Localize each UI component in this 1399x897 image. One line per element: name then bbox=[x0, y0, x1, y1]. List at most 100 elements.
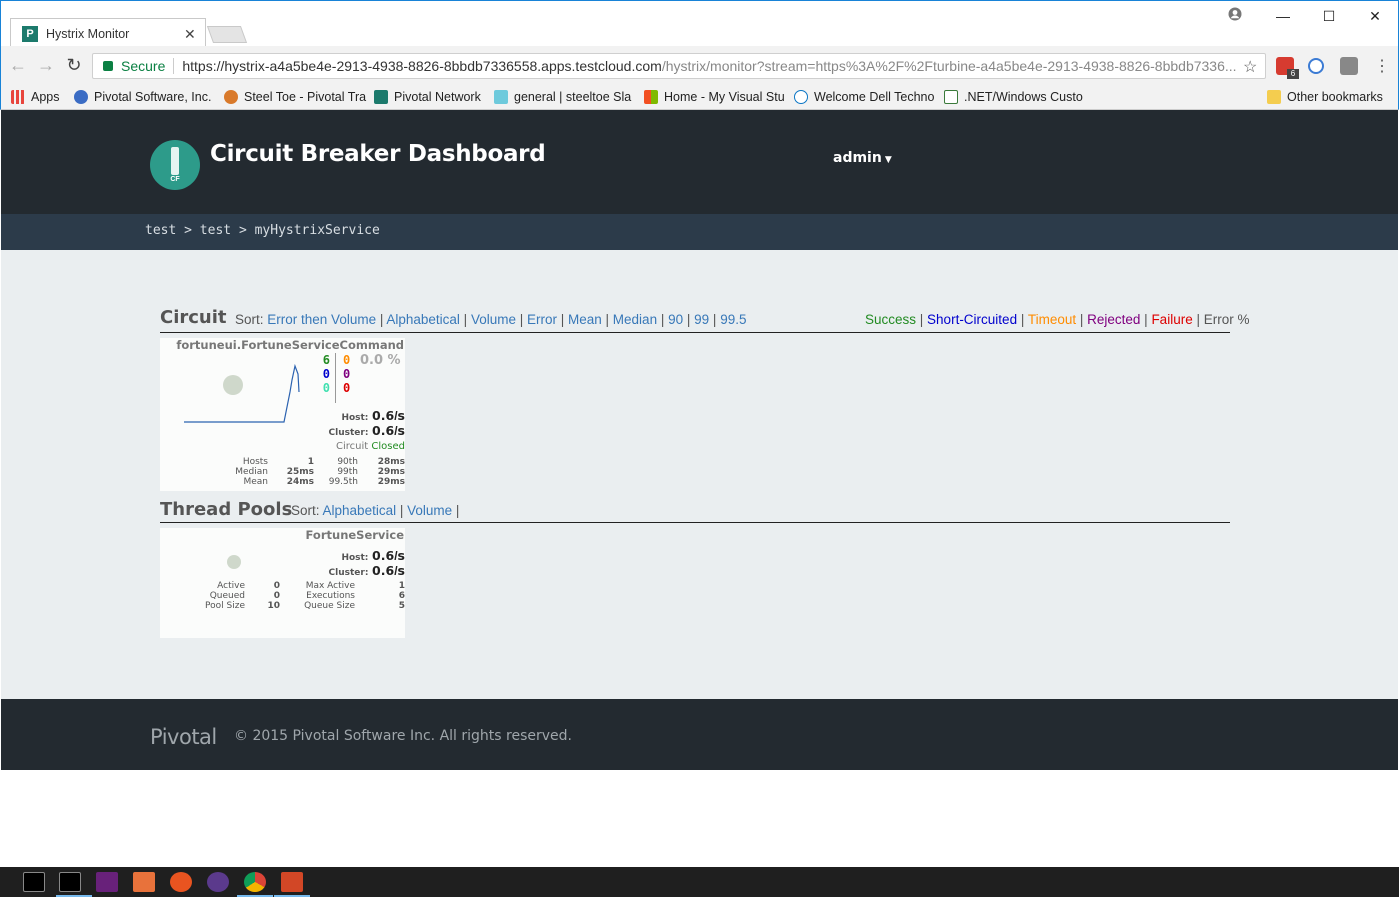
bookmark-dotnet[interactable]: .NET/Windows Custo bbox=[944, 88, 1083, 106]
sort-99-5[interactable]: 99.5 bbox=[720, 312, 746, 327]
legend-success: Success bbox=[865, 312, 917, 327]
sort-volume[interactable]: Volume bbox=[471, 312, 516, 327]
pivotal-site-icon bbox=[74, 90, 88, 104]
pool-sort-alphabetical[interactable]: Alphabetical bbox=[323, 503, 397, 518]
breadcrumb-item-space[interactable]: test bbox=[200, 223, 231, 238]
bookmark-label: Apps bbox=[31, 90, 60, 104]
forward-button[interactable]: → bbox=[36, 55, 56, 75]
chrome-icon[interactable] bbox=[244, 872, 266, 892]
xamarin-icon[interactable] bbox=[133, 872, 155, 892]
pool-sort-volume[interactable]: Volume bbox=[407, 503, 452, 518]
cmd-icon-2[interactable] bbox=[59, 872, 81, 892]
breadcrumb-item-org[interactable]: test bbox=[145, 223, 176, 238]
rate-unit: s bbox=[397, 408, 405, 423]
bookmark-label: Steel Toe - Pivotal Tra bbox=[244, 90, 367, 104]
pivotal-favicon-icon: P bbox=[22, 26, 38, 42]
sort-90[interactable]: 90 bbox=[668, 312, 683, 327]
sheet-icon bbox=[944, 90, 958, 104]
pool-values-right: 1 6 5 bbox=[375, 581, 405, 611]
sort-label: Sort: bbox=[235, 312, 264, 327]
pool-health-circle bbox=[227, 555, 241, 569]
sort-mean[interactable]: Mean bbox=[568, 312, 602, 327]
app-icon[interactable] bbox=[207, 872, 229, 892]
max-active-label: Max Active bbox=[305, 581, 355, 591]
extension-icon-2[interactable] bbox=[1340, 57, 1358, 75]
hosts-label: Hosts bbox=[242, 457, 268, 467]
bookmark-slack[interactable]: general | steeltoe Sla bbox=[494, 88, 631, 106]
sort-error-volume[interactable]: Error then Volume bbox=[267, 312, 376, 327]
user-name: admin bbox=[833, 150, 882, 166]
tab-close-icon[interactable]: ✕ bbox=[184, 26, 196, 43]
sort-alphabetical[interactable]: Alphabetical bbox=[386, 312, 460, 327]
page-blank-area bbox=[1, 770, 1398, 867]
close-window-button[interactable]: ✕ bbox=[1360, 6, 1390, 26]
dell-icon bbox=[794, 90, 808, 104]
thread-pools-section-title: Thread Pools bbox=[160, 499, 293, 520]
stats-values-left: 1 25ms 24ms bbox=[272, 457, 314, 487]
sort-error[interactable]: Error bbox=[527, 312, 557, 327]
pool-size-value: 10 bbox=[267, 601, 280, 611]
visual-studio-icon[interactable] bbox=[96, 872, 118, 892]
bookmark-pivotal-software[interactable]: Pivotal Software, Inc. bbox=[74, 88, 211, 106]
max-active-value: 1 bbox=[398, 581, 405, 591]
bookmark-pivotal-network[interactable]: Pivotal Network bbox=[374, 88, 481, 106]
pool-host-rate-value: 0.6 bbox=[372, 548, 395, 563]
profile-icon[interactable] bbox=[1220, 6, 1250, 26]
lock-icon bbox=[103, 61, 113, 71]
reload-button[interactable]: ↻ bbox=[64, 55, 84, 75]
user-menu[interactable]: admin ▼ bbox=[833, 150, 892, 166]
bookmark-apps[interactable]: Apps bbox=[11, 88, 60, 106]
pool-host-rate: Host: 0.6/s bbox=[341, 548, 405, 563]
sort-99[interactable]: 99 bbox=[694, 312, 709, 327]
other-bookmarks[interactable]: Other bookmarks bbox=[1267, 88, 1383, 106]
p995-value: 29ms bbox=[377, 477, 405, 487]
circuit-status-prefix: Circuit bbox=[336, 441, 369, 452]
circuit-divider bbox=[160, 332, 1230, 333]
host-rate-value: 0.6 bbox=[372, 408, 395, 423]
host-label: Host: bbox=[341, 413, 369, 423]
sort-label: Sort: bbox=[291, 503, 320, 518]
bookmark-label: Pivotal Network bbox=[394, 90, 481, 104]
pool-labels-right: Max Active Executions Queue Size bbox=[295, 581, 355, 611]
sort-median[interactable]: Median bbox=[613, 312, 657, 327]
copyright-text: © 2015 Pivotal Software Inc. All rights … bbox=[234, 728, 572, 744]
powerpoint-icon[interactable] bbox=[281, 872, 303, 892]
cmd-icon[interactable] bbox=[23, 872, 45, 892]
queued-value: 0 bbox=[273, 591, 280, 601]
bookmark-steeltoe[interactable]: Steel Toe - Pivotal Tra bbox=[224, 88, 366, 106]
count-bad-request: 0 bbox=[322, 381, 330, 395]
legend-short-circuited: Short-Circuited bbox=[927, 312, 1018, 327]
cluster-rate: Cluster: 0.6/s bbox=[328, 423, 405, 438]
bookmark-dell[interactable]: Welcome Dell Techno bbox=[794, 88, 934, 106]
bookmark-label: Home - My Visual Stu bbox=[664, 90, 785, 104]
bookmark-visual-studio[interactable]: Home - My Visual Stu bbox=[644, 88, 785, 106]
cluster-rate-value: 0.6 bbox=[372, 423, 395, 438]
slack-icon bbox=[494, 90, 508, 104]
count-timeout: 0 bbox=[343, 353, 351, 367]
minimize-button[interactable]: — bbox=[1268, 6, 1298, 26]
bookmark-star-icon[interactable]: ☆ bbox=[1243, 57, 1257, 77]
url-path: /hystrix/monitor?stream=https%3A%2F%2Ftu… bbox=[661, 58, 1237, 74]
rate-unit: s bbox=[397, 563, 405, 578]
count-failure: 0 bbox=[343, 381, 351, 395]
address-bar[interactable]: Secure https://hystrix-a4a5be4e-2913-493… bbox=[92, 53, 1266, 79]
menu-icon[interactable]: ⋮ bbox=[1374, 56, 1390, 76]
ubuntu-icon[interactable] bbox=[170, 872, 192, 892]
cf-logo-icon: CF bbox=[150, 140, 200, 190]
back-button[interactable]: ← bbox=[8, 55, 28, 75]
maximize-button[interactable]: ☐ bbox=[1314, 6, 1344, 26]
pool-values-left: 0 0 10 bbox=[255, 581, 280, 611]
pool-cluster-rate: Cluster: 0.6/s bbox=[328, 563, 405, 578]
p99-label: 99th bbox=[337, 467, 358, 477]
zoom-extension-icon[interactable] bbox=[1308, 58, 1324, 74]
new-tab-button[interactable] bbox=[206, 26, 248, 43]
pivotal-logo: Pivotal bbox=[150, 725, 217, 749]
count-success: 6 bbox=[322, 353, 330, 367]
mean-value: 24ms bbox=[286, 477, 314, 487]
tab-content[interactable]: P Hystrix Monitor bbox=[22, 24, 202, 44]
other-bookmarks-label: Other bookmarks bbox=[1287, 90, 1383, 104]
logo-text: CF bbox=[170, 176, 180, 183]
hosts-value: 1 bbox=[307, 457, 314, 467]
circuit-monitor: fortuneui.FortuneServiceCommand 6 0 0 0 … bbox=[160, 338, 405, 491]
rate-unit: s bbox=[397, 548, 405, 563]
